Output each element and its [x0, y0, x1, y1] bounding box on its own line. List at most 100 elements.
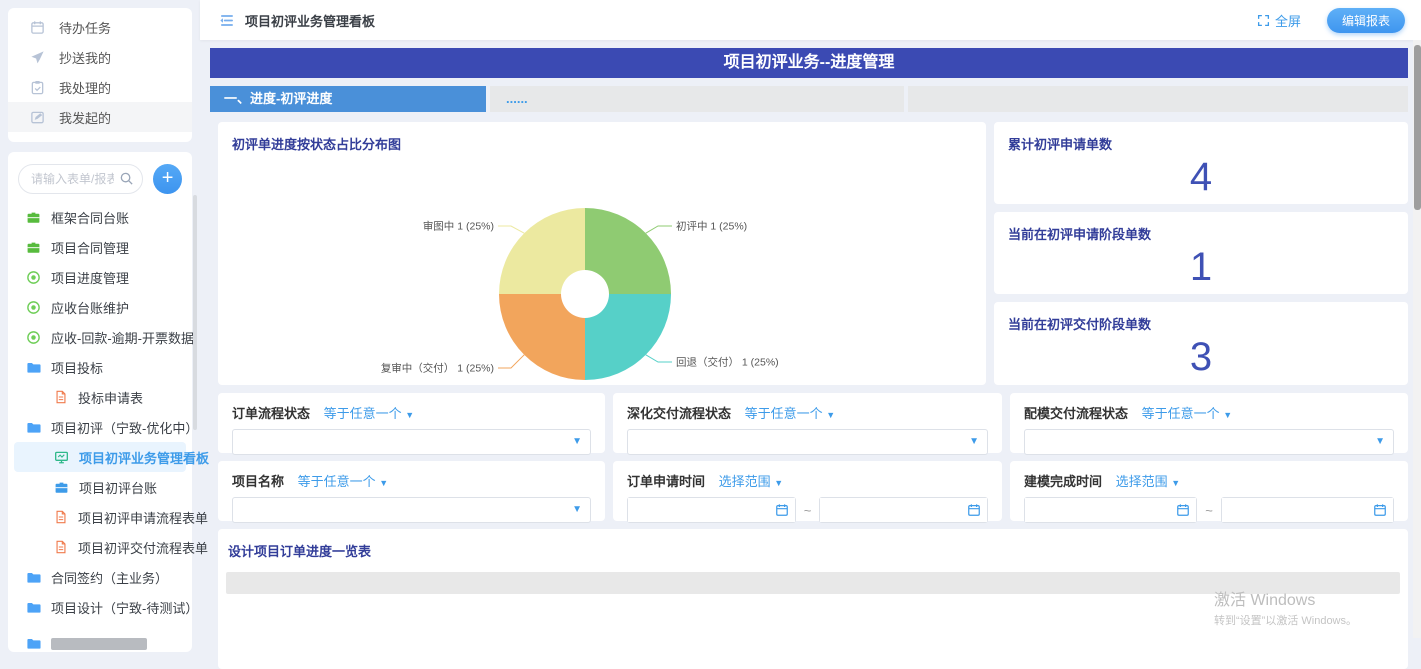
sidebar-item-label: 我发起的: [59, 108, 111, 127]
chevron-down-icon: ▼: [826, 410, 835, 420]
chevron-down-icon: ▼: [774, 478, 783, 488]
sidebar-scrollbar[interactable]: [193, 195, 197, 430]
sidebar-item-cc-to-me[interactable]: 抄送我的: [8, 42, 192, 72]
windows-activation-watermark: 激活 Windows 转到“设置”以激活 Windows。: [1214, 586, 1357, 628]
sidebar-item-initiated-by-me[interactable]: 我发起的: [8, 102, 192, 132]
page-title: 项目初评业务管理看板: [245, 11, 375, 30]
leader-line-top-left: [498, 226, 524, 233]
sidebar-item-label: 抄送我的: [59, 48, 111, 67]
pie-label-bottom-left: 复审中（交付） 1 (25%): [381, 362, 494, 375]
sidebar-item-frame-contract-ledger[interactable]: 框架合同台账: [8, 202, 192, 232]
calendar-icon: [30, 20, 45, 35]
briefcase-icon: [54, 480, 69, 495]
filter-operator[interactable]: 选择范围 ▼: [719, 474, 784, 489]
stat-title: 累计初评申请单数: [994, 122, 1408, 153]
range-separator: ~: [804, 503, 812, 518]
mold-delivery-status-select[interactable]: ▼: [1024, 429, 1394, 455]
pie-slice-top-right[interactable]: [585, 208, 671, 294]
sidebar-quick-menu: 待办任务 抄送我的 我处理的 我发起的: [8, 8, 192, 142]
chevron-down-icon: ▼: [1375, 436, 1385, 447]
fullscreen-icon: [1257, 14, 1270, 27]
sidebar-item-project-contract-mgmt[interactable]: 项目合同管理: [8, 232, 192, 262]
sidebar-item-initial-eval-dashboard[interactable]: 项目初评业务管理看板: [14, 442, 186, 472]
target-icon: [26, 270, 41, 285]
date-start-input[interactable]: [1025, 498, 1196, 522]
pie-slice-top-left[interactable]: [499, 208, 585, 294]
sidebar-item-initial-eval-ledger[interactable]: 项目初评台账: [8, 472, 192, 502]
sidebar-folder-contract-signing[interactable]: 合同签约（主业务）: [8, 562, 192, 592]
filter-operator[interactable]: 选择范围 ▼: [1116, 474, 1181, 489]
edit-report-button[interactable]: 编辑报表: [1327, 8, 1405, 33]
filter-project-name: 项目名称 等于任意一个 ▼ ▼: [218, 461, 605, 521]
stat-value: 4: [994, 155, 1408, 199]
filter-order-apply-time: 订单申请时间 选择范围 ▼ ~: [613, 461, 1002, 521]
leader-line-bottom-right: [646, 355, 672, 362]
sidebar-item-initial-eval-apply-form[interactable]: 项目初评申请流程表单: [8, 502, 192, 532]
chevron-down-icon: ▼: [379, 478, 388, 488]
date-start-input[interactable]: [628, 498, 795, 522]
date-end-input[interactable]: [1222, 498, 1393, 522]
donut-chart: 初评中 1 (25%) 回退（交付） 1 (25%) 复审中（交付） 1 (25…: [218, 153, 986, 401]
sidebar-item-project-progress-mgmt[interactable]: 项目进度管理: [8, 262, 192, 292]
range-separator: ~: [1205, 503, 1213, 518]
pie-slice-bottom-right[interactable]: [585, 294, 671, 380]
sidebar-item-clipped[interactable]: [8, 622, 192, 652]
project-name-select[interactable]: ▼: [232, 497, 591, 523]
filter-deepen-delivery-status: 深化交付流程状态 等于任意一个 ▼ ▼: [613, 393, 1002, 453]
filter-operator[interactable]: 等于任意一个 ▼: [1142, 406, 1233, 421]
modeling-end-date: [1221, 497, 1394, 523]
sidebar: 待办任务 抄送我的 我处理的 我发起的 + 框架合同台账: [0, 0, 200, 638]
order-apply-start-date: [627, 497, 796, 523]
order-flow-status-select[interactable]: ▼: [232, 429, 591, 455]
folder-icon: [26, 570, 41, 585]
calendar-icon[interactable]: [1373, 503, 1387, 517]
search-icon[interactable]: [119, 171, 134, 186]
sidebar-item-label: 待办任务: [59, 18, 111, 37]
order-apply-end-date: [819, 497, 988, 523]
leader-line-top-right: [646, 226, 672, 233]
filter-mold-delivery-status: 配模交付流程状态 等于任意一个 ▼ ▼: [1010, 393, 1408, 453]
file-icon: [54, 540, 68, 554]
filter-order-flow-status: 订单流程状态 等于任意一个 ▼ ▼: [218, 393, 605, 453]
sidebar-item-label: 我处理的: [59, 78, 111, 97]
file-icon: [54, 510, 68, 524]
sidebar-item-bid-application-form[interactable]: 投标申请表: [8, 382, 192, 412]
stat-title: 当前在初评交付阶段单数: [994, 302, 1408, 333]
sidebar-item-initial-eval-delivery-form[interactable]: 项目初评交付流程表单: [8, 532, 192, 562]
stat-title: 当前在初评申请阶段单数: [994, 212, 1408, 243]
target-icon: [26, 330, 41, 345]
calendar-icon[interactable]: [775, 503, 789, 517]
edit-doc-icon: [30, 110, 45, 125]
sidebar-item-receivable-data[interactable]: 应收-回款-逾期-开票数据: [8, 322, 192, 352]
chevron-down-icon: ▼: [1171, 478, 1180, 488]
tab-more[interactable]: ......: [490, 86, 904, 112]
stat-value: 1: [994, 245, 1408, 289]
fullscreen-button[interactable]: 全屏: [1257, 11, 1301, 30]
folder-icon: [26, 636, 41, 651]
filter-operator[interactable]: 等于任意一个 ▼: [324, 406, 415, 421]
sidebar-folder-project-bidding[interactable]: 项目投标: [8, 352, 192, 382]
folder-icon: [26, 420, 41, 435]
sidebar-item-todo-tasks[interactable]: 待办任务: [8, 12, 192, 42]
sidebar-folder-project-design[interactable]: 项目设计（宁致-待测试）: [8, 592, 192, 622]
deepen-delivery-status-select[interactable]: ▼: [627, 429, 988, 455]
date-end-input[interactable]: [820, 498, 987, 522]
chevron-down-icon: ▼: [969, 436, 979, 447]
sidebar-item-handled-by-me[interactable]: 我处理的: [8, 72, 192, 102]
filter-operator[interactable]: 等于任意一个 ▼: [745, 406, 836, 421]
dashboard-icon: [54, 450, 69, 465]
add-form-button[interactable]: +: [153, 164, 182, 194]
main-scrollbar-thumb[interactable]: [1414, 45, 1421, 210]
tab-progress-initial-eval[interactable]: 一、进度-初评进度: [210, 86, 486, 112]
paper-plane-icon: [30, 50, 45, 65]
calendar-icon[interactable]: [1176, 503, 1190, 517]
pie-label-top-left: 审图中 1 (25%): [423, 220, 494, 233]
calendar-icon[interactable]: [967, 503, 981, 517]
collapse-menu-icon[interactable]: [218, 13, 235, 28]
sidebar-nav-panel: + 框架合同台账 项目合同管理 项目进度管理 应收台账维护 应收-回款-逾期-开…: [8, 152, 192, 652]
tab-bar-filler: [908, 86, 1408, 112]
sidebar-folder-project-initial-eval[interactable]: 项目初评（宁致-优化中）: [8, 412, 192, 442]
filter-operator[interactable]: 等于任意一个 ▼: [298, 474, 389, 489]
sidebar-item-receivable-ledger[interactable]: 应收台账维护: [8, 292, 192, 322]
leader-line-bottom-left: [498, 355, 524, 368]
